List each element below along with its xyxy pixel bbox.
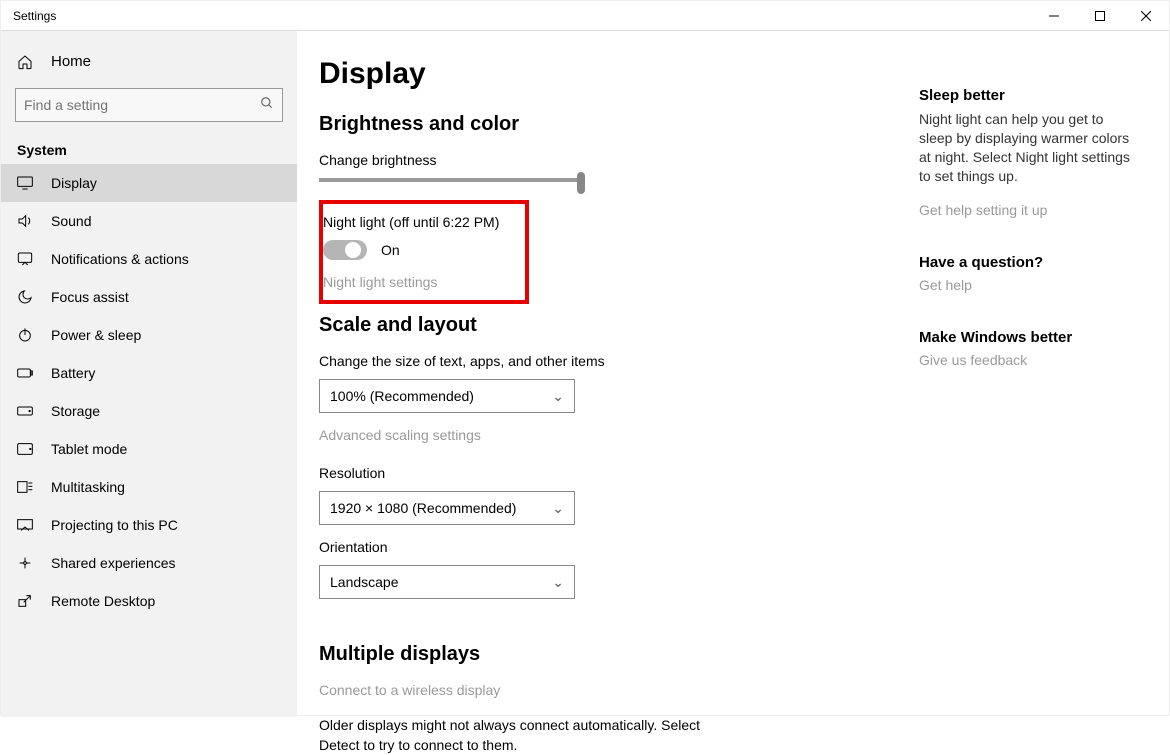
scale-value: 100% (Recommended) bbox=[330, 388, 474, 404]
sidebar-item-label: Battery bbox=[51, 365, 95, 381]
main-column: Display Brightness and color Change brig… bbox=[319, 57, 899, 717]
sidebar-item-shared[interactable]: Shared experiences bbox=[1, 544, 297, 582]
search-input-container[interactable] bbox=[15, 88, 283, 122]
sidebar-item-label: Tablet mode bbox=[51, 441, 127, 457]
power-icon bbox=[17, 327, 33, 343]
sidebar-item-projecting[interactable]: Projecting to this PC bbox=[1, 506, 297, 544]
tablet-icon bbox=[17, 442, 33, 456]
sidebar-item-label: Projecting to this PC bbox=[51, 517, 178, 533]
sidebar-item-multitasking[interactable]: Multitasking bbox=[1, 468, 297, 506]
sidebar-item-display[interactable]: Display bbox=[1, 164, 297, 202]
right-column: Sleep better Night light can help you ge… bbox=[919, 57, 1139, 717]
tip-heading-question: Have a question? bbox=[919, 254, 1139, 271]
project-icon bbox=[17, 518, 33, 532]
section-scale-title: Scale and layout bbox=[319, 314, 899, 337]
advanced-scaling-link[interactable]: Advanced scaling settings bbox=[319, 427, 899, 443]
tip-heading-better: Make Windows better bbox=[919, 329, 1139, 346]
nightlight-state: On bbox=[381, 242, 400, 258]
remote-icon bbox=[17, 593, 33, 609]
section-brightness-title: Brightness and color bbox=[319, 113, 899, 136]
home-nav[interactable]: Home bbox=[1, 45, 297, 78]
slider-thumb[interactable] bbox=[577, 172, 585, 194]
tip-text-sleep: Night light can help you get to sleep by… bbox=[919, 110, 1139, 186]
battery-icon bbox=[17, 367, 33, 379]
sidebar-item-label: Notifications & actions bbox=[51, 251, 189, 267]
nightlight-label: Night light (off until 6:22 PM) bbox=[323, 214, 525, 230]
scale-select[interactable]: 100% (Recommended) ⌄ bbox=[319, 379, 575, 413]
chevron-down-icon: ⌄ bbox=[552, 574, 564, 591]
orientation-select[interactable]: Landscape ⌄ bbox=[319, 565, 575, 599]
tip-link-setup[interactable]: Get help setting it up bbox=[919, 202, 1139, 218]
chevron-down-icon: ⌄ bbox=[552, 500, 564, 517]
resolution-label: Resolution bbox=[319, 465, 899, 481]
sidebar-item-storage[interactable]: Storage bbox=[1, 392, 297, 430]
display-icon bbox=[17, 176, 33, 190]
sidebar: Home System Display Sound Notifications … bbox=[1, 31, 297, 717]
home-icon bbox=[17, 54, 33, 70]
chevron-down-icon: ⌄ bbox=[552, 388, 564, 405]
minimize-button[interactable] bbox=[1031, 1, 1077, 31]
brightness-slider[interactable] bbox=[319, 178, 579, 182]
sidebar-item-label: Power & sleep bbox=[51, 327, 141, 343]
page-title: Display bbox=[319, 57, 899, 91]
scale-label: Change the size of text, apps, and other… bbox=[319, 353, 899, 369]
close-button[interactable] bbox=[1123, 1, 1169, 31]
sidebar-item-battery[interactable]: Battery bbox=[1, 354, 297, 392]
orientation-value: Landscape bbox=[330, 574, 399, 590]
sidebar-item-label: Multitasking bbox=[51, 479, 125, 495]
focus-icon bbox=[17, 289, 33, 305]
resolution-value: 1920 × 1080 (Recommended) bbox=[330, 500, 516, 516]
notifications-icon bbox=[17, 251, 33, 267]
sidebar-item-remote[interactable]: Remote Desktop bbox=[1, 582, 297, 620]
search-icon bbox=[260, 96, 274, 115]
tip-heading-sleep: Sleep better bbox=[919, 87, 1139, 104]
wireless-display-link[interactable]: Connect to a wireless display bbox=[319, 682, 899, 698]
multitask-icon bbox=[17, 480, 33, 494]
storage-icon bbox=[17, 405, 33, 417]
maximize-button[interactable] bbox=[1077, 1, 1123, 31]
nightlight-settings-link[interactable]: Night light settings bbox=[323, 274, 525, 290]
sidebar-item-power[interactable]: Power & sleep bbox=[1, 316, 297, 354]
sidebar-item-notifications[interactable]: Notifications & actions bbox=[1, 240, 297, 278]
sidebar-item-tablet[interactable]: Tablet mode bbox=[1, 430, 297, 468]
sidebar-group-title: System bbox=[1, 132, 297, 164]
window-title: Settings bbox=[13, 9, 56, 23]
resolution-select[interactable]: 1920 × 1080 (Recommended) ⌄ bbox=[319, 491, 575, 525]
shared-icon bbox=[17, 555, 33, 571]
tip-link-feedback[interactable]: Give us feedback bbox=[919, 352, 1139, 368]
toggle-knob bbox=[345, 242, 361, 258]
multi-display-note: Older displays might not always connect … bbox=[319, 716, 709, 755]
nightlight-toggle[interactable] bbox=[323, 240, 367, 260]
sidebar-item-label: Focus assist bbox=[51, 289, 129, 305]
home-label: Home bbox=[51, 53, 91, 70]
sidebar-item-sound[interactable]: Sound bbox=[1, 202, 297, 240]
sidebar-item-label: Shared experiences bbox=[51, 555, 176, 571]
search-input[interactable] bbox=[24, 97, 260, 113]
sidebar-item-label: Storage bbox=[51, 403, 100, 419]
titlebar: Settings bbox=[1, 1, 1169, 31]
tip-link-help[interactable]: Get help bbox=[919, 277, 1139, 293]
section-multi-title: Multiple displays bbox=[319, 643, 899, 666]
highlight-box: Night light (off until 6:22 PM) On Night… bbox=[319, 200, 529, 304]
sidebar-item-focus-assist[interactable]: Focus assist bbox=[1, 278, 297, 316]
sidebar-item-label: Remote Desktop bbox=[51, 593, 155, 609]
sidebar-item-label: Display bbox=[51, 175, 97, 191]
orientation-label: Orientation bbox=[319, 539, 899, 555]
brightness-label: Change brightness bbox=[319, 152, 899, 168]
sidebar-item-label: Sound bbox=[51, 213, 91, 229]
sound-icon bbox=[17, 213, 33, 229]
